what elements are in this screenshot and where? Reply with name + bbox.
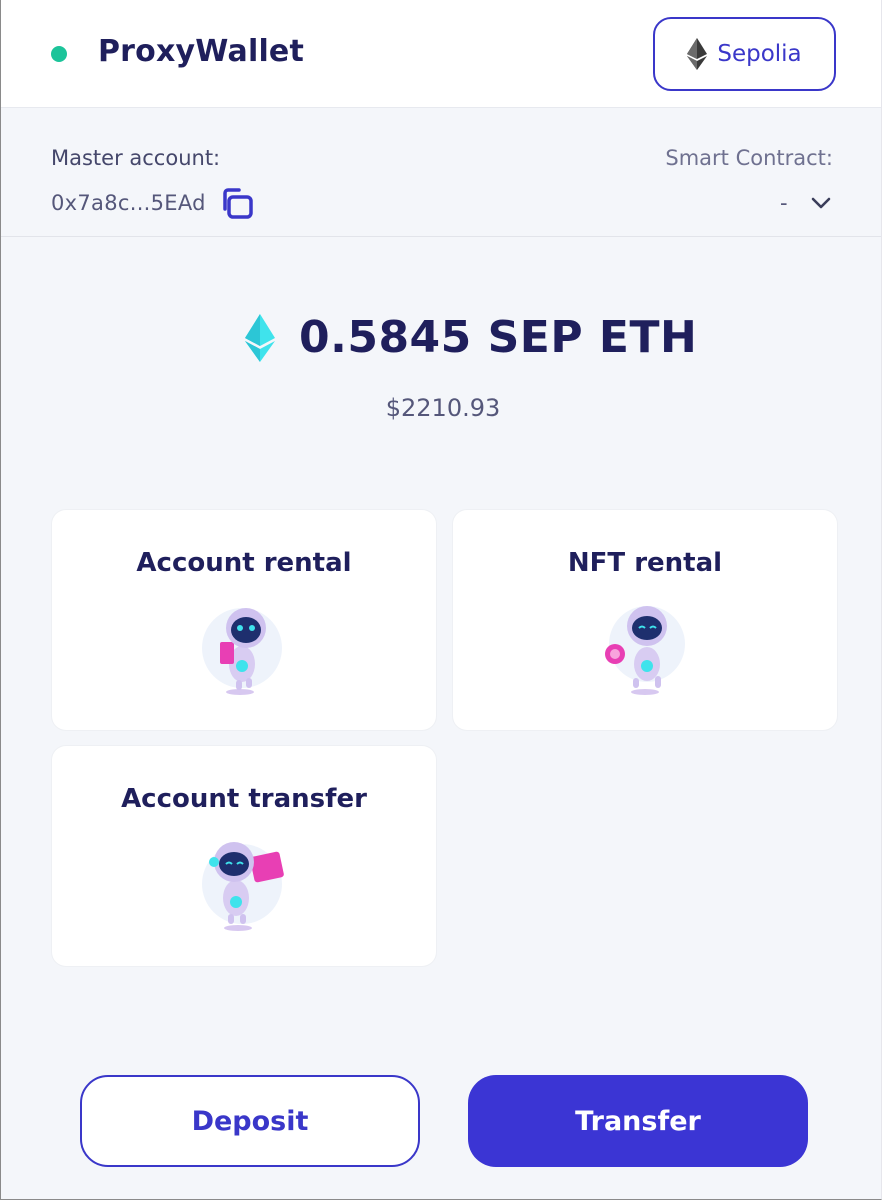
account-rental-card[interactable]: Account rental — [52, 510, 436, 730]
robot-account-transfer-illustration — [202, 842, 284, 931]
deposit-button[interactable]: Deposit — [80, 1075, 420, 1167]
network-selector-button[interactable]: Sepolia — [653, 17, 836, 91]
copy-icon[interactable] — [219, 187, 255, 221]
network-label: Sepolia — [717, 41, 802, 67]
balance-row: 0.5845 SEP ETH — [1, 312, 881, 368]
connection-status-dot — [51, 46, 67, 62]
account-transfer-card[interactable]: Account transfer — [52, 746, 436, 966]
card-title: Account rental — [136, 548, 352, 578]
ethereum-icon — [687, 38, 708, 70]
app-title: ProxyWallet — [98, 34, 305, 69]
fiat-balance: $2210.93 — [385, 394, 501, 422]
transfer-button[interactable]: Transfer — [468, 1075, 808, 1167]
card-title: Account transfer — [121, 784, 367, 814]
robot-account-rental-illustration — [202, 608, 282, 695]
nft-rental-card[interactable]: NFT rental — [453, 510, 837, 730]
robot-nft-rental-illustration — [605, 606, 685, 695]
smart-contract-value: - — [780, 191, 788, 215]
master-account-address: 0x7a8c...5EAd — [51, 191, 206, 215]
card-title: NFT rental — [567, 548, 723, 578]
ethereum-icon — [245, 314, 275, 362]
master-account-label: Master account: — [51, 146, 221, 170]
smart-contract-label: Smart Contract: — [665, 146, 833, 170]
balance-amount: 0.5845 SEP ETH — [299, 312, 698, 363]
chevron-down-icon[interactable] — [809, 193, 833, 213]
header: ProxyWallet Sepolia — [1, 0, 881, 108]
wallet-app: ProxyWallet Sepolia Master account: 0x7a… — [0, 0, 882, 1200]
account-info-bar: Master account: 0x7a8c...5EAd Smart Cont… — [1, 108, 881, 237]
